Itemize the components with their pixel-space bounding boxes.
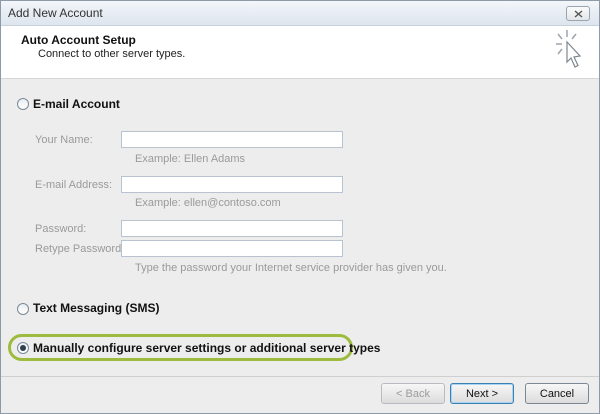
email-address-label: E-mail Address: [35, 179, 113, 191]
password-hint: Type the password your Internet service … [135, 262, 447, 274]
password-label: Password: [35, 223, 87, 235]
text-messaging-label[interactable]: Text Messaging (SMS) [33, 301, 159, 315]
header-title: Auto Account Setup [21, 33, 136, 47]
your-name-example: Example: Ellen Adams [135, 153, 246, 165]
text-messaging-radio[interactable] [17, 303, 29, 315]
close-button[interactable] [566, 6, 590, 21]
next-button[interactable]: Next > [450, 383, 514, 404]
add-new-account-dialog: Add New Account Auto Account Setup Conne… [0, 0, 600, 414]
your-name-label: Your Name: [35, 134, 93, 146]
wizard-header: Auto Account Setup Connect to other serv… [1, 26, 599, 79]
close-icon [574, 10, 583, 18]
cancel-button[interactable]: Cancel [525, 383, 589, 404]
wizard-cursor-icon [556, 30, 582, 68]
window-title: Add New Account [8, 6, 103, 20]
header-subtitle: Connect to other server types. [38, 48, 186, 60]
title-bar: Add New Account [1, 1, 599, 26]
email-address-example: Example: ellen@contoso.com [135, 197, 281, 209]
email-account-radio[interactable] [17, 98, 29, 110]
manual-config-label[interactable]: Manually configure server settings or ad… [33, 341, 380, 355]
back-button[interactable]: < Back [381, 383, 445, 404]
retype-password-label: Retype Password: [35, 243, 125, 255]
your-name-input[interactable] [121, 131, 343, 148]
manual-config-radio[interactable] [17, 342, 29, 354]
email-account-label[interactable]: E-mail Account [33, 97, 120, 111]
email-address-input[interactable] [121, 176, 343, 193]
retype-password-input[interactable] [121, 240, 343, 257]
footer-divider [1, 376, 599, 377]
password-input[interactable] [121, 220, 343, 237]
